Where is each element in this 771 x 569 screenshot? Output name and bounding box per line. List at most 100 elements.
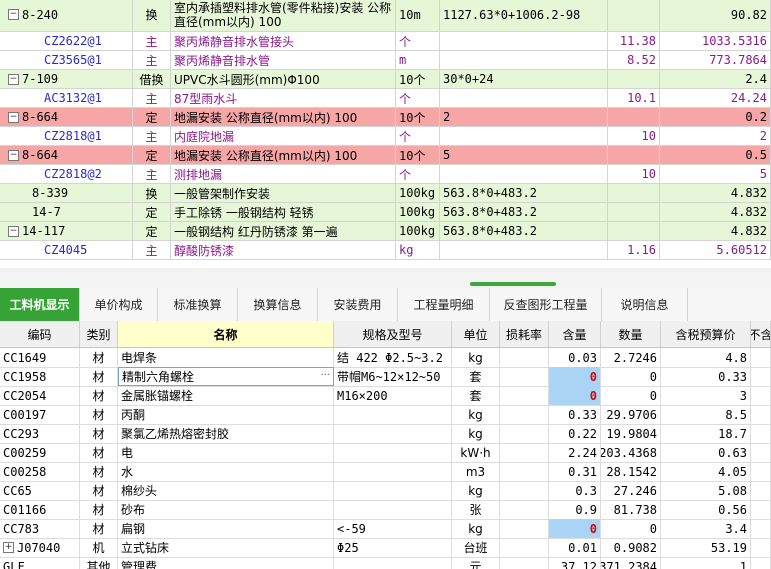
tab-2[interactable]: 标准换算 xyxy=(158,288,238,321)
quota-row[interactable]: CZ2818@2 主 测排地漏 个 10 5 xyxy=(0,165,771,184)
quota-unit-cell[interactable]: 100kg xyxy=(396,222,440,240)
resource-extra-cell[interactable] xyxy=(751,367,771,386)
resource-name-cell[interactable]: 水 xyxy=(118,462,334,481)
resource-cat-cell[interactable]: 材 xyxy=(80,462,118,481)
quota-formula-cell[interactable]: 563.8*0+483.2 xyxy=(440,222,608,240)
column-header-extra[interactable]: 不含 xyxy=(751,321,771,347)
resource-loss-cell[interactable] xyxy=(500,519,549,538)
resource-unit-cell[interactable]: kg xyxy=(452,348,500,367)
quota-row[interactable]: 8-339 换 一般管架制作安装 100kg 563.8*0+483.2 4.832 xyxy=(0,184,771,203)
quota-qty-cell[interactable]: 10.1 xyxy=(608,89,660,107)
quota-code-cell[interactable]: CZ4045 xyxy=(0,241,133,259)
resource-spec-cell[interactable] xyxy=(334,557,452,569)
quota-qty-cell[interactable] xyxy=(608,203,660,221)
column-header-loss[interactable]: 损耗率 xyxy=(500,321,549,347)
resource-code-cell[interactable]: CC65 xyxy=(0,481,80,500)
quota-unit-cell[interactable]: 100kg xyxy=(396,203,440,221)
tab-5[interactable]: 工程量明细 xyxy=(398,288,490,321)
quota-qty-cell[interactable]: 11.38 xyxy=(608,32,660,50)
resource-cat-cell[interactable]: 机 xyxy=(80,538,118,557)
resource-content-cell[interactable]: 0 xyxy=(549,367,601,386)
resource-price-cell[interactable]: 5.08 xyxy=(661,481,751,500)
quota-unit-cell[interactable]: 个 xyxy=(396,127,440,145)
expand-icon[interactable]: + xyxy=(3,542,14,553)
resource-cat-cell[interactable]: 材 xyxy=(80,386,118,405)
resource-content-cell[interactable]: 0.3 xyxy=(549,481,601,500)
quota-row[interactable]: CZ3565@1 主 聚丙烯静音排水管 m 8.52 773.7864 xyxy=(0,51,771,70)
resource-content-cell[interactable]: 0.33 xyxy=(549,405,601,424)
resource-name-cell[interactable]: 棉纱头 xyxy=(118,481,334,500)
resource-price-cell[interactable]: 0.56 xyxy=(661,500,751,519)
resource-spec-cell[interactable] xyxy=(334,500,452,519)
quota-price-cell[interactable]: 4.832 xyxy=(660,184,771,202)
collapse-icon[interactable]: − xyxy=(8,111,19,123)
resource-row[interactable]: CC1649 材 电焊条 结 422 Φ2.5~3.2 kg 0.03 2.7246 4.8 xyxy=(0,348,771,368)
splitter-handle[interactable] xyxy=(470,282,556,286)
quota-name-cell[interactable]: 87型雨水斗 xyxy=(171,89,396,107)
quota-code-cell[interactable]: 14-7 xyxy=(0,203,133,221)
quota-name-cell[interactable]: 地漏安装 公称直径(mm以内) 100 xyxy=(171,146,396,164)
resource-qty-cell[interactable]: 0 xyxy=(601,367,661,386)
quota-code-cell[interactable]: CZ2818@1 xyxy=(0,127,133,145)
resource-loss-cell[interactable] xyxy=(500,405,549,424)
resource-unit-cell[interactable]: 套 xyxy=(452,367,500,386)
resource-qty-cell[interactable]: 81.738 xyxy=(601,500,661,519)
quota-price-cell[interactable]: 2.4 xyxy=(660,70,771,88)
quota-qty-cell[interactable] xyxy=(608,108,660,126)
resource-unit-cell[interactable]: 台班 xyxy=(452,538,500,557)
panel-splitter[interactable] xyxy=(0,268,771,288)
resource-row[interactable]: + J07040 机 立式钻床 Φ25 台班 0.01 0.9082 53.19 xyxy=(0,538,771,558)
resource-loss-cell[interactable] xyxy=(500,462,549,481)
column-header-spec[interactable]: 规格及型号 xyxy=(334,321,452,347)
tab-1[interactable]: 单价构成 xyxy=(80,288,158,321)
resource-spec-cell[interactable] xyxy=(334,481,452,500)
resource-name-cell[interactable]: 电 xyxy=(118,443,334,462)
quota-row[interactable]: −14-117 定 一般钢结构 红丹防锈漆 第一遍 100kg 563.8*0+483.… xyxy=(0,222,771,241)
resource-spec-cell[interactable] xyxy=(334,443,452,462)
resource-loss-cell[interactable] xyxy=(500,348,549,367)
resource-code-cell[interactable]: C01166 xyxy=(0,500,80,519)
quota-formula-cell[interactable]: 5 xyxy=(440,146,608,164)
resource-qty-cell[interactable]: 203.4368 xyxy=(601,443,661,462)
quota-code-cell[interactable]: CZ2818@2 xyxy=(0,165,133,183)
resource-extra-cell[interactable] xyxy=(751,348,771,367)
tab-7[interactable]: 说明信息 xyxy=(602,288,688,321)
resource-name-cell[interactable]: 砂布 xyxy=(118,500,334,519)
resource-code-cell[interactable]: CC783 xyxy=(0,519,80,538)
column-header-price[interactable]: 含税预算价 xyxy=(661,321,751,347)
column-header-name[interactable]: 名称 xyxy=(118,321,334,347)
quota-unit-cell[interactable]: 个 xyxy=(396,89,440,107)
resource-loss-cell[interactable] xyxy=(500,424,549,443)
resource-price-cell[interactable]: 4.05 xyxy=(661,462,751,481)
resource-qty-cell[interactable]: 29.9706 xyxy=(601,405,661,424)
resource-price-cell[interactable]: 53.19 xyxy=(661,538,751,557)
quota-formula-cell[interactable] xyxy=(440,241,608,259)
resource-unit-cell[interactable]: 元 xyxy=(452,557,500,569)
quota-formula-cell[interactable] xyxy=(440,89,608,107)
resource-code-cell[interactable]: GLF xyxy=(0,557,80,569)
resource-content-cell[interactable]: 0 xyxy=(549,386,601,405)
resource-spec-cell[interactable]: Φ25 xyxy=(334,538,452,557)
resource-extra-cell[interactable] xyxy=(751,500,771,519)
quota-qty-cell[interactable]: 10 xyxy=(608,165,660,183)
quota-name-cell[interactable]: 一般管架制作安装 xyxy=(171,184,396,202)
quota-name-cell[interactable]: 地漏安装 公称直径(mm以内) 100 xyxy=(171,108,396,126)
quota-formula-cell[interactable] xyxy=(440,51,608,69)
resource-code-cell[interactable]: C00258 xyxy=(0,462,80,481)
quota-code-cell[interactable]: 8-339 xyxy=(0,184,133,202)
resource-loss-cell[interactable] xyxy=(500,367,549,386)
quota-formula-cell[interactable]: 2 xyxy=(440,108,608,126)
quota-row[interactable]: −8-664 定 地漏安装 公称直径(mm以内) 100 10个 5 0.5 xyxy=(0,146,771,165)
resource-name-cell[interactable]: 扁钢 xyxy=(118,519,334,538)
resource-extra-cell[interactable] xyxy=(751,386,771,405)
collapse-icon[interactable]: − xyxy=(8,73,19,85)
quota-row[interactable]: CZ4045 主 醇酸防锈漆 kg 1.16 5.60512 xyxy=(0,241,771,260)
quota-formula-cell[interactable]: 30*0+24 xyxy=(440,70,608,88)
resource-content-cell[interactable]: 0.01 xyxy=(549,538,601,557)
resource-extra-cell[interactable] xyxy=(751,538,771,557)
resource-unit-cell[interactable]: kg xyxy=(452,481,500,500)
column-header-code[interactable]: 编码 xyxy=(0,321,80,347)
quota-price-cell[interactable]: 4.832 xyxy=(660,222,771,240)
resource-spec-cell[interactable]: 带帽M6~12×12~50 xyxy=(334,367,452,386)
resource-content-cell[interactable]: 0.9 xyxy=(549,500,601,519)
